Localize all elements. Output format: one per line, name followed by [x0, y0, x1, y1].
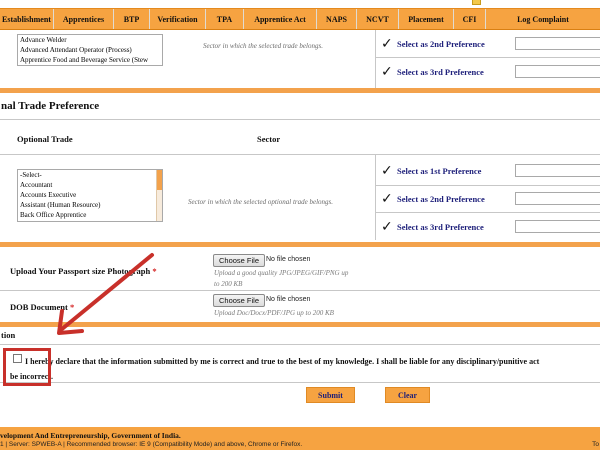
checkmark-icon: ✓: [381, 163, 393, 179]
dob-choose-file-button[interactable]: Choose File: [213, 294, 266, 307]
pref-label: Select as 2nd Preference: [397, 194, 485, 204]
nav-item-placement[interactable]: Placement: [399, 9, 454, 29]
submit-button[interactable]: Submit: [306, 387, 355, 403]
optional-pref-2: ✓ Select as 2nd Preference: [381, 191, 485, 207]
photo-help-line-1: Upload a good quality JPG/JPEG/GIF/PNG u…: [214, 269, 349, 277]
dob-upload-label: DOB Document *: [10, 302, 74, 312]
declaration-section-title: tion: [1, 330, 16, 340]
divider: [375, 155, 376, 240]
photo-file-status: No file chosen: [266, 256, 311, 263]
nav-item-naps[interactable]: NAPS: [317, 9, 357, 29]
trade-sector-hint: Sector in which the selected trade belon…: [203, 42, 323, 50]
photo-upload-label: Upload Your Passport size Photograph *: [10, 266, 157, 276]
list-item[interactable]: Back Office Apprentice: [18, 210, 162, 220]
required-marker: *: [69, 302, 75, 312]
photo-help-line-2: to 200 KB: [214, 280, 243, 288]
col-head-sector: Sector: [257, 134, 281, 144]
optional-trade-listbox[interactable]: -Select- Accountant Accounts Executive A…: [17, 169, 163, 222]
photo-upload-label-text: Upload Your Passport size Photograph: [10, 266, 151, 276]
nav-item-apprentices[interactable]: Apprentices: [54, 9, 114, 29]
pref-label: Select as 3rd Preference: [397, 67, 484, 77]
clear-button[interactable]: Clear: [385, 387, 430, 403]
optional-pref-1-input[interactable]: [515, 164, 600, 177]
optional-pref-3-input[interactable]: [515, 220, 600, 233]
pref-label: Select as 3rd Preference: [397, 222, 484, 232]
annotation-highlight-box: [3, 348, 51, 386]
divider: [375, 30, 376, 88]
footer-line-2: 1 | Server: SPWEB-A | Recommended browse…: [0, 441, 303, 448]
nav-item-ncvt[interactable]: NCVT: [357, 9, 399, 29]
main-nav: Establishment Apprentices BTP Verificati…: [0, 8, 600, 30]
trade-listbox[interactable]: Advance Welder Advanced Attendant Operat…: [17, 34, 163, 66]
dob-help: Upload Doc/Docx/PDF/JPG up to 200 KB: [214, 309, 334, 317]
nav-item-establishment[interactable]: Establishment: [0, 9, 54, 29]
optional-sector-hint: Sector in which the selected optional tr…: [188, 198, 334, 206]
optional-pref-3: ✓ Select as 3rd Preference: [381, 219, 484, 235]
list-item[interactable]: Advance Welder: [18, 35, 162, 45]
section-divider: [0, 88, 600, 93]
divider: [375, 57, 600, 58]
trade-pref-3: ✓ Select as 3rd Preference: [381, 64, 484, 80]
checkmark-icon: ✓: [381, 191, 393, 207]
checkmark-icon: ✓: [381, 36, 393, 52]
declaration-text: I hereby declare that the information su…: [10, 354, 600, 384]
top-sliver: [0, 0, 600, 8]
list-item[interactable]: Accountant: [18, 180, 162, 190]
pref-label: Select as 1st Preference: [397, 166, 482, 176]
divider: [0, 344, 600, 345]
footer: velopment And Entrepreneurship, Governme…: [0, 427, 600, 450]
footer-line-1: velopment And Entrepreneurship, Governme…: [0, 431, 181, 440]
list-item[interactable]: Apprentice Food and Beverage Service (St…: [18, 55, 162, 65]
trade-pref-3-input[interactable]: [515, 65, 600, 78]
trade-pref-2: ✓ Select as 2nd Preference: [381, 36, 485, 52]
divider: [0, 382, 600, 383]
list-item[interactable]: Accounts Executive: [18, 190, 162, 200]
footer-right: To: [592, 441, 599, 448]
divider: [0, 154, 600, 155]
divider: [375, 185, 600, 186]
photo-choose-file-button[interactable]: Choose File: [213, 254, 266, 267]
checkmark-icon: ✓: [381, 219, 393, 235]
declaration-line-1: I hereby declare that the information su…: [25, 357, 540, 366]
dob-upload-label-text: DOB Document: [10, 302, 68, 312]
nav-item-cfi[interactable]: CFI: [454, 9, 486, 29]
pref-label: Select as 2nd Preference: [397, 39, 485, 49]
optional-pref-2-input[interactable]: [515, 192, 600, 205]
nav-item-verification[interactable]: Verification: [150, 9, 206, 29]
list-item[interactable]: -Select-: [18, 170, 162, 180]
trade-pref-2-input[interactable]: [515, 37, 600, 50]
list-item[interactable]: Assistant (Human Resource): [18, 200, 162, 210]
section-divider: [0, 242, 600, 247]
nav-item-btp[interactable]: BTP: [114, 9, 150, 29]
col-head-optional-trade: Optional Trade: [17, 134, 73, 144]
divider: [0, 290, 600, 291]
section-title-optional-trade: nal Trade Preference: [1, 100, 100, 112]
nav-item-tpa[interactable]: TPA: [206, 9, 244, 29]
nav-item-log-complaint[interactable]: Log Complaint: [486, 9, 600, 29]
top-badge-icon: [472, 0, 481, 5]
list-item[interactable]: Advanced Attendant Operator (Process): [18, 45, 162, 55]
divider: [0, 119, 600, 120]
checkmark-icon: ✓: [381, 64, 393, 80]
section-divider: [0, 322, 600, 327]
nav-item-apprentice-act[interactable]: Apprentice Act: [244, 9, 317, 29]
dob-file-status: No file chosen: [266, 296, 311, 303]
listbox-scrollbar[interactable]: [156, 170, 162, 221]
optional-pref-1: ✓ Select as 1st Preference: [381, 163, 481, 179]
required-marker: *: [152, 266, 157, 276]
divider: [375, 212, 600, 213]
